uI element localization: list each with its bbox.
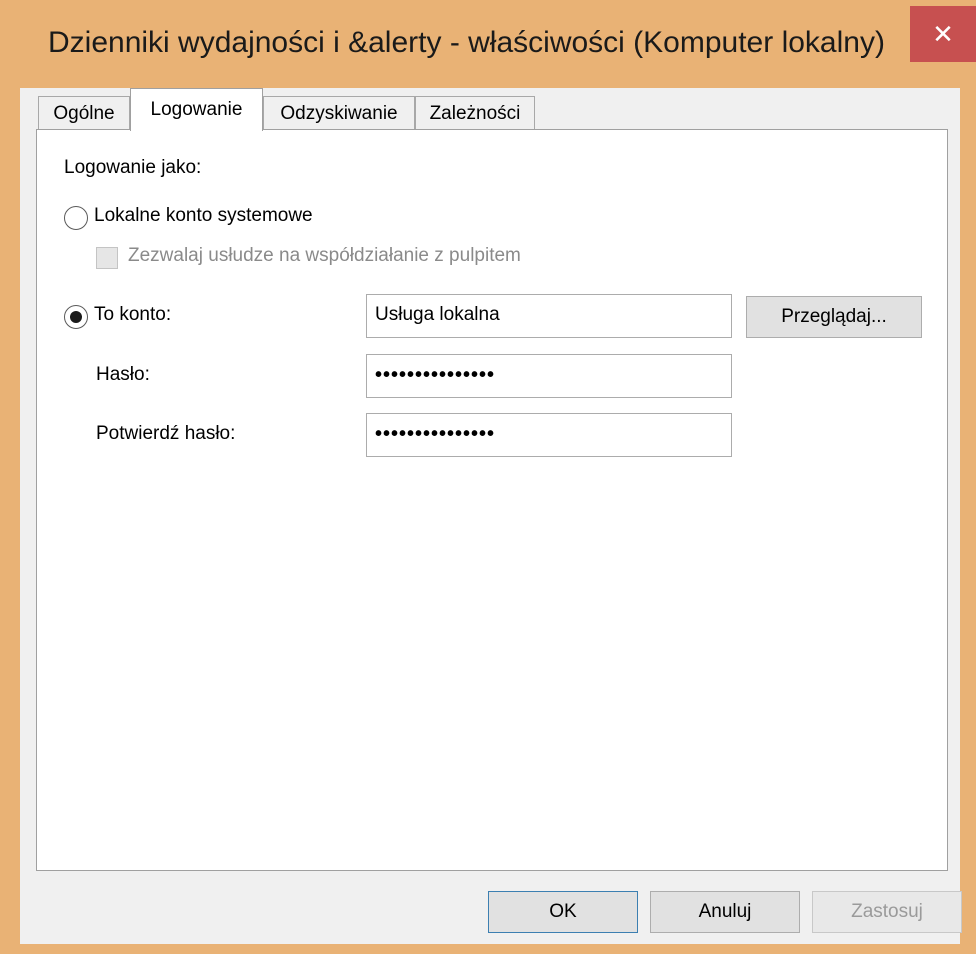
dialog-client-area: Ogólne Logowanie Odzyskiwanie Zależności…	[20, 88, 962, 944]
close-button[interactable]: ✕	[910, 6, 976, 62]
logon-as-heading: Logowanie jako:	[64, 157, 202, 178]
tab-logon[interactable]: Logowanie	[130, 88, 263, 131]
this-account-label[interactable]: To konto:	[94, 304, 171, 326]
confirm-password-input[interactable]: •••••••••••••••	[366, 413, 732, 457]
local-system-account-label[interactable]: Lokalne konto systemowe	[94, 205, 313, 227]
logon-tab-panel: Logowanie jako: Lokalne konto systemowe …	[36, 129, 948, 871]
tab-general[interactable]: Ogólne	[38, 96, 130, 130]
title-bar[interactable]: Dzienniki wydajności i &alerty - właściw…	[0, 0, 976, 88]
account-name-input[interactable]: Usługa lokalna	[366, 294, 732, 338]
local-system-account-radio[interactable]	[64, 206, 88, 230]
password-input[interactable]: •••••••••••••••	[366, 354, 732, 398]
browse-button[interactable]: Przeglądaj...	[746, 296, 922, 338]
tab-dependencies-label: Zależności	[429, 102, 521, 124]
password-label: Hasło:	[96, 364, 150, 385]
window-title: Dzienniki wydajności i &alerty - właściw…	[48, 26, 885, 59]
tab-logon-label: Logowanie	[150, 99, 243, 120]
close-icon: ✕	[932, 19, 954, 49]
this-account-radio[interactable]	[64, 305, 88, 329]
ok-button[interactable]: OK	[488, 891, 638, 933]
tab-dependencies[interactable]: Zależności	[415, 96, 535, 130]
dialog-window: Dzienniki wydajności i &alerty - właściw…	[0, 0, 976, 954]
allow-desktop-interaction-label: Zezwalaj usłudze na współdziałanie z pul…	[128, 245, 521, 266]
tab-strip: Ogólne Logowanie Odzyskiwanie Zależności	[20, 88, 960, 131]
tab-general-label: Ogólne	[53, 102, 115, 124]
tab-recovery[interactable]: Odzyskiwanie	[263, 96, 415, 130]
radio-selected-dot	[70, 311, 82, 323]
allow-desktop-interaction-checkbox[interactable]	[96, 247, 118, 269]
tab-recovery-label: Odzyskiwanie	[280, 102, 398, 124]
cancel-button[interactable]: Anuluj	[650, 891, 800, 933]
apply-button[interactable]: Zastosuj	[812, 891, 962, 933]
confirm-password-label: Potwierdź hasło:	[96, 423, 236, 444]
